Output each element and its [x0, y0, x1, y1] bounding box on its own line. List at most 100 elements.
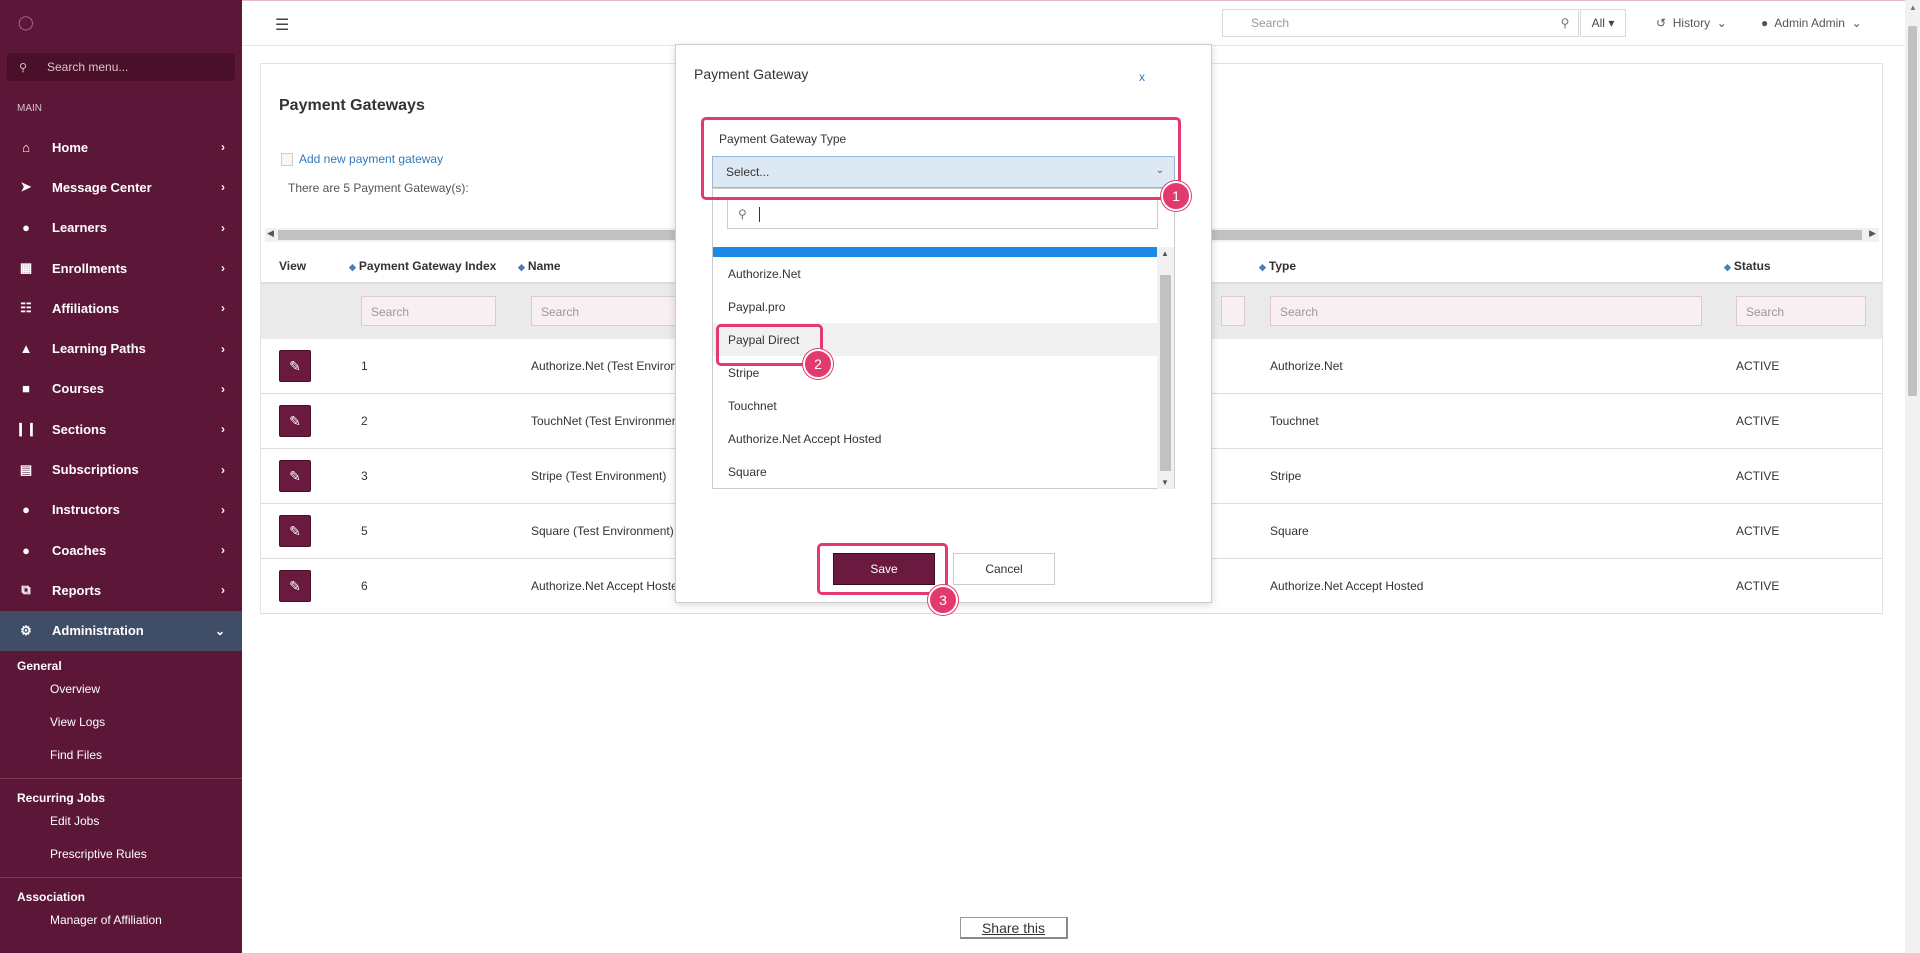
global-search-placeholder: Search — [1251, 16, 1290, 30]
edit-button[interactable]: ✎ — [279, 460, 311, 492]
dropdown-search-input[interactable]: ⚲ — [727, 199, 1158, 229]
filter-index-input[interactable]: Search — [361, 296, 496, 326]
sidebar-divider — [0, 876, 242, 878]
sidebar-item-label: Coaches — [52, 542, 107, 558]
edit-button[interactable]: ✎ — [279, 350, 311, 382]
dropdown-selected-placeholder-option[interactable] — [713, 247, 1157, 257]
chevron-right-icon: › — [221, 583, 225, 598]
sidebar-divider — [0, 777, 242, 779]
cell-name: TouchNet (Test Environment — [531, 414, 682, 428]
scroll-down-icon[interactable]: ▼ — [1161, 478, 1169, 487]
sidebar-item-label: Home — [52, 139, 89, 155]
chevron-right-icon: › — [221, 462, 225, 477]
search-filter-label: All — [1591, 16, 1605, 30]
sidebar-item-message-center[interactable]: ➤ Message Center › — [0, 167, 242, 207]
sidebar-item-instructors[interactable]: ● Instructors › — [0, 490, 242, 530]
column-header-label: Payment Gateway Index — [358, 259, 497, 273]
sidebar-search-input[interactable]: ⚲ Search menu... — [7, 53, 235, 81]
search-filter-dropdown[interactable]: All ▾ — [1580, 9, 1626, 37]
column-header-type[interactable]: ◆ Type — [1259, 259, 1296, 273]
sidebar-item-enrollments[interactable]: ▦ Enrollments › — [0, 248, 242, 288]
share-button[interactable]: Share this — [960, 917, 1068, 939]
sidebar-item-label: Affiliations — [52, 300, 120, 316]
sidebar-item-learners[interactable]: ● Learners › — [0, 208, 242, 248]
sidebar-item-label: Reports — [52, 582, 102, 598]
sidebar-item-reports[interactable]: ⧉ Reports › — [0, 570, 242, 610]
sidebar-item-subscriptions[interactable]: ▤ Subscriptions › — [0, 449, 242, 489]
cell-type: Square — [1270, 524, 1309, 538]
filter-name-input[interactable]: Search — [531, 296, 691, 326]
sidebar-link-find-files[interactable]: Find Files — [0, 739, 242, 772]
sidebar-link-view-logs[interactable]: View Logs — [0, 706, 242, 739]
sidebar-item-label: Message Center — [52, 179, 152, 195]
sidebar-item-coaches[interactable]: ● Coaches › — [0, 530, 242, 570]
scroll-up-icon[interactable]: ▲ — [1909, 3, 1917, 12]
sidebar-item-label: Enrollments — [52, 260, 128, 276]
sidebar-item-affiliations[interactable]: ☷ Affiliations › — [0, 288, 242, 328]
page-vertical-scrollbar[interactable]: ▲ — [1905, 0, 1920, 953]
user-menu[interactable]: ● Admin Admin ⌄ — [1761, 16, 1862, 30]
sidebar-item-courses[interactable]: ■ Courses › — [0, 369, 242, 409]
search-icon: ⚲ — [19, 61, 28, 74]
option-touchnet[interactable]: Touchnet — [713, 389, 1157, 422]
sidebar-item-sections[interactable]: ❙❙ Sections › — [0, 409, 242, 449]
search-icon[interactable]: ⚲ — [1552, 16, 1578, 30]
filter-hidden-column-input[interactable] — [1221, 296, 1245, 326]
close-button[interactable]: x — [1139, 70, 1145, 84]
hamburger-menu-icon[interactable]: ☰ — [275, 15, 289, 35]
edit-button[interactable]: ✎ — [279, 405, 311, 437]
column-header-view: View — [279, 259, 306, 273]
column-header-label: Name — [527, 259, 561, 273]
option-authorize-net-accept-hosted[interactable]: Authorize.Net Accept Hosted — [713, 422, 1157, 455]
cell-type: Stripe — [1270, 469, 1302, 483]
scrollbar-thumb[interactable] — [1908, 26, 1917, 396]
sidebar-item-administration[interactable]: ⚙ Administration ⌄ — [0, 610, 242, 651]
library-icon: ❙❙ — [15, 421, 37, 437]
column-header-status[interactable]: ◆ Status — [1724, 259, 1771, 273]
user-name: Admin Admin — [1774, 16, 1845, 30]
sidebar-item-label: Learning Paths — [52, 341, 146, 357]
filter-status-input[interactable]: Search — [1736, 296, 1866, 326]
history-menu[interactable]: ↺ History ⌄ — [1656, 16, 1727, 30]
step-badge-3: 3 — [928, 585, 958, 615]
search-icon: ⚲ — [738, 207, 747, 221]
sidebar-group-recurring-jobs: Recurring Jobs — [17, 790, 106, 805]
column-header-name[interactable]: ◆ Name — [518, 259, 561, 273]
chevron-right-icon: › — [221, 381, 225, 396]
home-icon: ⌂ — [22, 139, 30, 155]
sidebar-item-learning-paths[interactable]: ▲ Learning Paths › — [0, 328, 242, 368]
coach-icon: ● — [22, 542, 30, 558]
copy-icon: ⧉ — [21, 582, 31, 598]
sidebar-link-edit-jobs[interactable]: Edit Jobs — [0, 805, 242, 838]
logo-icon[interactable]: ◯ — [0, 0, 242, 45]
sidebar-link-prescriptive-rules[interactable]: Prescriptive Rules — [0, 838, 242, 871]
scrollbar-thumb[interactable] — [1160, 275, 1171, 471]
dropdown-scrollbar[interactable]: ▲ ▼ — [1157, 247, 1174, 489]
scroll-left-icon[interactable]: ◀ — [267, 228, 274, 239]
sidebar-link-manager-of-affiliation[interactable]: Manager of Affiliation — [0, 904, 242, 937]
global-search-input[interactable]: Search ⚲ — [1222, 9, 1579, 37]
sidebar-section-main: MAIN — [17, 103, 42, 114]
chevron-right-icon: › — [221, 543, 225, 558]
cancel-button[interactable]: Cancel — [953, 553, 1055, 585]
column-header-label: Type — [1268, 259, 1297, 273]
cell-index: 3 — [361, 469, 368, 483]
option-paypal-pro[interactable]: Paypal.pro — [713, 290, 1157, 323]
scroll-up-icon[interactable]: ▲ — [1161, 249, 1169, 258]
option-square[interactable]: Square — [713, 455, 1157, 488]
filter-type-input[interactable]: Search — [1270, 296, 1702, 326]
sidebar-item-label: Subscriptions — [52, 462, 139, 478]
scroll-right-icon[interactable]: ▶ — [1869, 228, 1876, 239]
sidebar-item-home[interactable]: ⌂ Home › — [0, 127, 242, 167]
sidebar-link-overview[interactable]: Overview — [0, 673, 242, 706]
edit-button[interactable]: ✎ — [279, 570, 311, 602]
instructor-icon: ● — [22, 502, 30, 518]
column-header-index[interactable]: ◆ Payment Gateway Index — [349, 259, 496, 273]
option-authorize-net[interactable]: Authorize.Net — [713, 257, 1157, 290]
calendar-icon: ▦ — [19, 260, 33, 276]
edit-button[interactable]: ✎ — [279, 515, 311, 547]
paper-plane-icon: ➤ — [20, 179, 32, 195]
column-header-label: View — [279, 259, 307, 273]
add-payment-gateway-link[interactable]: Add new payment gateway — [281, 152, 443, 166]
cell-index: 2 — [361, 414, 368, 428]
